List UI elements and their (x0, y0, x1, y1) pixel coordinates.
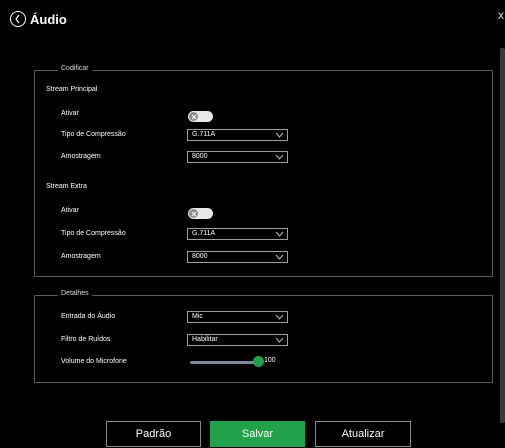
mic-volume-label: Volume do Microfone (61, 358, 127, 365)
extra-compression-label: Tipo de Compressão (61, 230, 126, 237)
chevron-down-icon (275, 314, 284, 320)
save-button[interactable]: Salvar (210, 421, 305, 447)
extra-enable-toggle[interactable] (188, 208, 213, 219)
main-compression-label: Tipo de Compressão (61, 131, 126, 138)
encode-legend: Codificar (58, 65, 92, 72)
main-sampling-select[interactable]: 8000 (187, 151, 288, 163)
audio-input-value: Mic (192, 313, 203, 320)
main-sampling-value: 8000 (192, 153, 208, 160)
default-button[interactable]: Padrão (106, 421, 201, 447)
close-icon[interactable]: x (498, 8, 504, 22)
mic-volume-slider[interactable] (190, 361, 256, 364)
refresh-button[interactable]: Atualizar (315, 421, 411, 447)
main-enable-label: Ativar (61, 110, 79, 117)
extra-compression-select[interactable]: G.711A (187, 228, 288, 240)
main-compression-select[interactable]: G.711A (187, 129, 288, 141)
extra-sampling-label: Amostragem (61, 253, 101, 260)
chevron-down-icon (275, 231, 284, 237)
audio-input-label: Entrada do Áudio (61, 313, 116, 320)
extra-sampling-value: 8000 (192, 253, 208, 260)
noise-filter-select[interactable]: Habilitar (187, 334, 288, 346)
main-stream-title: Stream Principal (46, 86, 98, 93)
back-button[interactable] (10, 11, 26, 27)
chevron-left-icon (15, 14, 20, 24)
noise-filter-label: Filtro de Ruídos (61, 336, 111, 343)
extra-stream-title: Stream Extra (46, 183, 87, 190)
main-enable-toggle[interactable] (188, 111, 213, 122)
audio-input-select[interactable]: Mic (187, 311, 288, 323)
scrollbar[interactable] (500, 48, 505, 423)
mic-volume-slider-thumb[interactable] (253, 356, 264, 367)
main-compression-value: G.711A (192, 131, 216, 138)
toggle-off-icon (189, 209, 198, 218)
extra-compression-value: G.711A (192, 230, 216, 237)
chevron-down-icon (275, 132, 284, 138)
main-sampling-label: Amostragem (61, 153, 101, 160)
noise-filter-value: Habilitar (192, 336, 218, 343)
chevron-down-icon (275, 254, 284, 260)
details-legend: Detalhes (58, 290, 92, 297)
mic-volume-value: 100 (264, 357, 276, 364)
chevron-down-icon (275, 154, 284, 160)
chevron-down-icon (275, 337, 284, 343)
page-title: Áudio (30, 12, 67, 27)
extra-sampling-select[interactable]: 8000 (187, 251, 288, 263)
toggle-off-icon (189, 112, 198, 121)
encode-group (34, 70, 493, 277)
extra-enable-label: Ativar (61, 207, 79, 214)
